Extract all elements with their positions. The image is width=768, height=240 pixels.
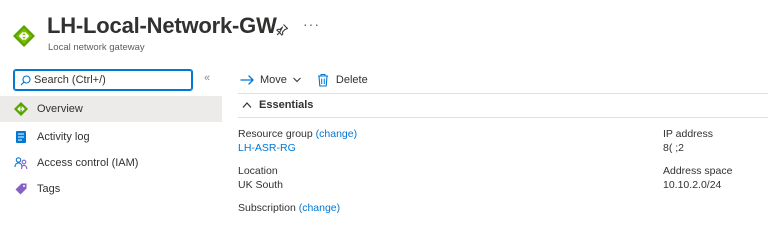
divider (238, 93, 768, 94)
main-content: Move Delete Essentials Resource group (c… (222, 62, 768, 217)
command-bar: Move Delete (240, 71, 368, 89)
page-subtitle: Local network gateway (48, 42, 145, 53)
local-network-gateway-icon (13, 25, 35, 47)
address-space-label: Address space (663, 165, 733, 177)
search-box[interactable] (13, 69, 193, 91)
location-value-row: UK South (238, 179, 283, 191)
trash-icon (317, 73, 328, 87)
sidebar-item-label: Activity log (37, 131, 90, 143)
ip-address-value: 8( ;2 (663, 142, 685, 154)
address-space-value-row: 10.10.2.0/24 (663, 179, 721, 191)
pin-icon[interactable] (275, 23, 289, 37)
more-options-button[interactable]: ··· (303, 16, 320, 32)
divider (238, 117, 768, 118)
page-title: LH-Local-Network-GW (47, 13, 277, 38)
address-space-value: 10.10.2.0/24 (663, 179, 722, 191)
essentials-heading: Essentials (259, 99, 314, 111)
search-input[interactable] (34, 72, 184, 88)
location-label: Location (238, 165, 278, 177)
resource-header: LH-Local-Network-GW Local network gatewa… (0, 0, 768, 62)
local-network-gateway-icon (14, 102, 28, 116)
essentials-toggle[interactable]: Essentials (242, 99, 313, 111)
subscription-label-row: Subscription (change) (238, 202, 340, 214)
resource-group-label-row: Resource group (change) (238, 128, 357, 140)
sidebar-item-label: Access control (IAM) (37, 157, 139, 169)
move-label: Move (260, 74, 287, 86)
chevron-down-icon (293, 77, 301, 83)
sidebar-item-tags[interactable]: Tags (0, 176, 222, 202)
tag-icon (15, 183, 27, 195)
collapse-sidebar-button[interactable]: « (204, 72, 210, 84)
subscription-change-link[interactable]: (change) (299, 202, 340, 214)
sidebar-item-label: Overview (37, 103, 83, 115)
sidebar-item-activity-log[interactable]: Activity log (0, 124, 222, 150)
sidebar-item-overview[interactable]: Overview (0, 96, 222, 122)
people-icon (14, 157, 28, 170)
subscription-label: Subscription (238, 202, 296, 214)
delete-label: Delete (335, 74, 368, 86)
resource-group-change-link[interactable]: (change) (316, 128, 357, 140)
sidebar-item-label: Tags (37, 183, 61, 195)
delete-button[interactable]: Delete (316, 73, 368, 87)
resource-group-label: Resource group (238, 128, 313, 140)
ip-address-label-row: IP address (663, 128, 713, 140)
move-button[interactable]: Move (240, 73, 302, 87)
chevron-up-icon (242, 102, 252, 108)
sidebar-item-access-control[interactable]: Access control (IAM) (0, 150, 222, 176)
ip-address-value-row: 8( ;2 (663, 142, 684, 154)
activity-log-icon (16, 131, 26, 143)
location-value: UK South (238, 179, 283, 191)
resource-group-value-row: LH-ASR-RG (238, 142, 296, 154)
sidebar: « Overview Activity log Access control (… (0, 62, 222, 217)
ip-address-label: IP address (663, 128, 714, 140)
arrow-right-icon (240, 75, 254, 85)
search-icon (20, 75, 31, 86)
location-label-row: Location (238, 165, 278, 177)
resource-group-value-link[interactable]: LH-ASR-RG (238, 142, 296, 154)
address-space-label-row: Address space (663, 165, 732, 177)
